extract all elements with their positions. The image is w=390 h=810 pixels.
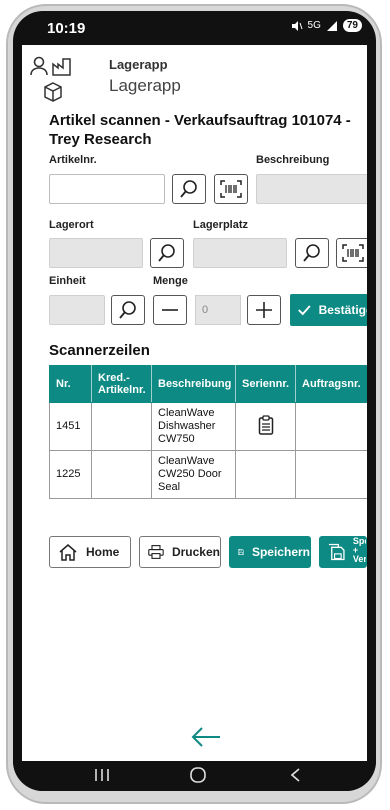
col-header-serial: Seriennr. bbox=[235, 365, 296, 403]
system-nav-bar bbox=[13, 761, 376, 791]
bin-field[interactable] bbox=[193, 238, 287, 268]
item-no-label: Artikelnr. bbox=[49, 154, 97, 166]
confirm-button-label: Bestätigen bbox=[318, 303, 367, 317]
bin-label: Lagerplatz bbox=[193, 219, 249, 231]
unit-label: Einheit bbox=[49, 275, 86, 287]
factory-icon[interactable] bbox=[52, 56, 74, 76]
scanner-lines-title: Scannerzeilen bbox=[49, 342, 150, 359]
table-header-row: Nr. Kred.-Artikelnr. Beschreibung Serien… bbox=[49, 365, 367, 403]
col-header-nr: Nr. bbox=[49, 365, 92, 403]
barcode-scan-icon bbox=[220, 180, 242, 198]
bin-search-button[interactable] bbox=[295, 238, 329, 268]
scanner-lines-table: Nr. Kred.-Artikelnr. Beschreibung Serien… bbox=[49, 365, 367, 533]
app-screen: Lagerapp Lagerapp Artikel scannen - Verk… bbox=[22, 45, 367, 761]
cell-serial bbox=[235, 450, 296, 499]
cell-order bbox=[295, 402, 367, 451]
home-button[interactable]: Home bbox=[49, 536, 131, 568]
print-button-label: Drucken bbox=[171, 545, 220, 559]
save-button-label: Speichern bbox=[251, 545, 310, 559]
table-row[interactable]: 1225 CleanWave CW250 Door Seal bbox=[49, 450, 367, 499]
cell-nr: 1225 bbox=[49, 450, 92, 499]
status-icons: 5G 79 bbox=[291, 19, 362, 32]
confirm-button[interactable]: Bestätigen bbox=[290, 294, 367, 326]
home-nav-icon[interactable] bbox=[189, 767, 207, 783]
search-icon bbox=[180, 180, 197, 198]
app-title-large: Lagerapp bbox=[109, 76, 181, 95]
item-barcode-button[interactable] bbox=[214, 174, 248, 204]
home-button-label: Home bbox=[86, 545, 120, 559]
cell-nr: 1451 bbox=[49, 402, 92, 451]
save-and-send-button-label: Speichern + Versenden bbox=[352, 537, 366, 564]
cell-order bbox=[295, 450, 367, 499]
quantity-label: Menge bbox=[153, 275, 188, 287]
location-field[interactable] bbox=[49, 238, 143, 268]
user-icon[interactable] bbox=[29, 56, 49, 76]
search-icon bbox=[158, 244, 175, 262]
col-header-order: Auftragsnr. bbox=[295, 365, 367, 403]
col-header-vendor-item: Kred.-Artikelnr. bbox=[91, 365, 152, 403]
save-icon bbox=[238, 549, 244, 555]
location-search-button[interactable] bbox=[150, 238, 184, 268]
minus-icon bbox=[162, 309, 178, 311]
recent-apps-icon[interactable] bbox=[93, 767, 111, 783]
cell-description: CleanWave Dishwasher CW750 bbox=[151, 402, 236, 451]
table-row[interactable]: 1451 CleanWave Dishwasher CW750 bbox=[49, 402, 367, 451]
signal-icon bbox=[326, 20, 337, 31]
save-send-icon bbox=[328, 543, 345, 561]
back-nav-icon[interactable] bbox=[289, 767, 303, 783]
app-header: Lagerapp Lagerapp bbox=[22, 45, 367, 105]
item-search-button[interactable] bbox=[172, 174, 206, 204]
bin-barcode-button[interactable] bbox=[336, 238, 367, 268]
search-icon bbox=[119, 301, 136, 319]
plus-icon bbox=[256, 302, 272, 318]
barcode-scan-icon bbox=[342, 244, 364, 262]
home-icon bbox=[59, 544, 77, 561]
unit-field[interactable] bbox=[49, 295, 105, 325]
quantity-input[interactable]: 0 bbox=[195, 295, 241, 325]
cell-description: CleanWave CW250 Door Seal bbox=[151, 450, 236, 499]
col-header-description: Beschreibung bbox=[151, 365, 236, 403]
status-time: 10:19 bbox=[47, 20, 86, 37]
print-button[interactable]: Drucken bbox=[139, 536, 221, 568]
printer-icon bbox=[148, 545, 164, 559]
network-label: 5G bbox=[307, 20, 321, 31]
description-label: Beschreibung bbox=[256, 154, 330, 166]
location-label: Lagerort bbox=[49, 219, 94, 231]
clipboard-icon[interactable] bbox=[258, 414, 274, 435]
cell-vendor-item bbox=[91, 402, 152, 451]
back-arrow-icon[interactable] bbox=[190, 725, 222, 749]
status-bar: 10:19 5G 79 bbox=[13, 11, 376, 45]
cell-serial[interactable] bbox=[235, 402, 296, 451]
item-no-input[interactable] bbox=[49, 174, 165, 204]
page-title: Artikel scannen - Verkaufsauftrag 101074… bbox=[49, 112, 351, 148]
quantity-decrease-button[interactable] bbox=[153, 295, 187, 325]
unit-search-button[interactable] bbox=[111, 295, 145, 325]
save-and-send-button[interactable]: Speichern + Versenden bbox=[319, 536, 367, 568]
description-field bbox=[256, 174, 367, 204]
search-icon bbox=[303, 244, 320, 262]
cell-vendor-item bbox=[91, 450, 152, 499]
battery-badge: 79 bbox=[342, 19, 362, 32]
checkmark-icon bbox=[298, 305, 311, 316]
save-button[interactable]: Speichern bbox=[229, 536, 311, 568]
phone-screen: 10:19 5G 79 Lagerapp Lagerapp Artikel sc… bbox=[13, 11, 376, 791]
app-title-small: Lagerapp bbox=[109, 57, 168, 72]
quantity-increase-button[interactable] bbox=[247, 295, 281, 325]
package-icon[interactable] bbox=[42, 81, 64, 103]
mute-icon bbox=[291, 20, 303, 31]
